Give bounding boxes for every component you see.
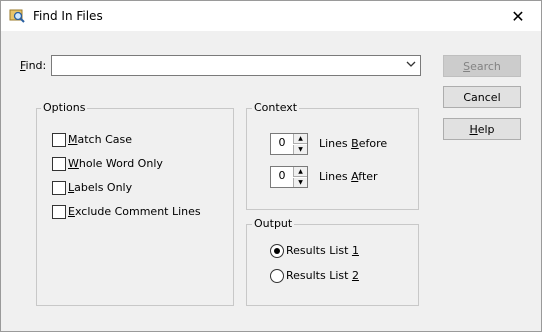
lines-after-value[interactable]: 0 <box>271 169 293 182</box>
help-button[interactable]: Help <box>443 118 521 140</box>
labels-only-checkbox[interactable] <box>52 181 66 195</box>
chevron-down-icon[interactable] <box>406 60 416 68</box>
exclude-comments-label[interactable]: Exclude Comment Lines <box>68 205 201 218</box>
match-case-checkbox[interactable] <box>52 133 66 147</box>
close-icon: ✕ <box>511 6 525 26</box>
find-label: Find: <box>20 59 47 72</box>
results-list-2-radio[interactable] <box>270 269 284 283</box>
lines-after-spinner[interactable]: 0 ▲ ▼ <box>270 166 308 188</box>
magnifier-folder-icon <box>9 9 25 23</box>
match-case-label[interactable]: Match Case <box>68 133 132 146</box>
output-group <box>246 224 419 306</box>
exclude-comments-checkbox[interactable] <box>52 205 66 219</box>
search-button[interactable]: Search <box>443 55 521 77</box>
whole-word-label[interactable]: Whole Word Only <box>68 157 163 170</box>
labels-only-label[interactable]: Labels Only <box>68 181 132 194</box>
lines-before-label: Lines Before <box>319 137 388 150</box>
output-legend: Output <box>252 217 295 230</box>
spin-up-icon[interactable]: ▲ <box>293 134 307 144</box>
cancel-button[interactable]: Cancel <box>443 86 521 108</box>
context-legend: Context <box>252 101 300 114</box>
results-list-2-label[interactable]: Results List 2 <box>286 269 359 282</box>
lines-after-label: Lines After <box>319 170 378 183</box>
title-bar: Find In Files ✕ <box>1 1 541 31</box>
lines-before-value[interactable]: 0 <box>271 136 293 149</box>
whole-word-checkbox[interactable] <box>52 157 66 171</box>
spin-down-icon[interactable]: ▼ <box>293 178 307 187</box>
find-in-files-dialog: Find In Files ✕ Find: Search Cancel Help… <box>0 0 542 332</box>
lines-before-spinner[interactable]: 0 ▲ ▼ <box>270 133 308 155</box>
find-combobox[interactable] <box>51 55 421 76</box>
spin-down-icon[interactable]: ▼ <box>293 145 307 154</box>
results-list-1-label[interactable]: Results List 1 <box>286 244 359 257</box>
context-group <box>246 108 419 210</box>
spin-up-icon[interactable]: ▲ <box>293 167 307 177</box>
window-title: Find In Files <box>33 9 103 23</box>
close-button[interactable]: ✕ <box>495 1 541 31</box>
options-legend: Options <box>41 101 88 114</box>
results-list-1-radio[interactable] <box>270 244 284 258</box>
